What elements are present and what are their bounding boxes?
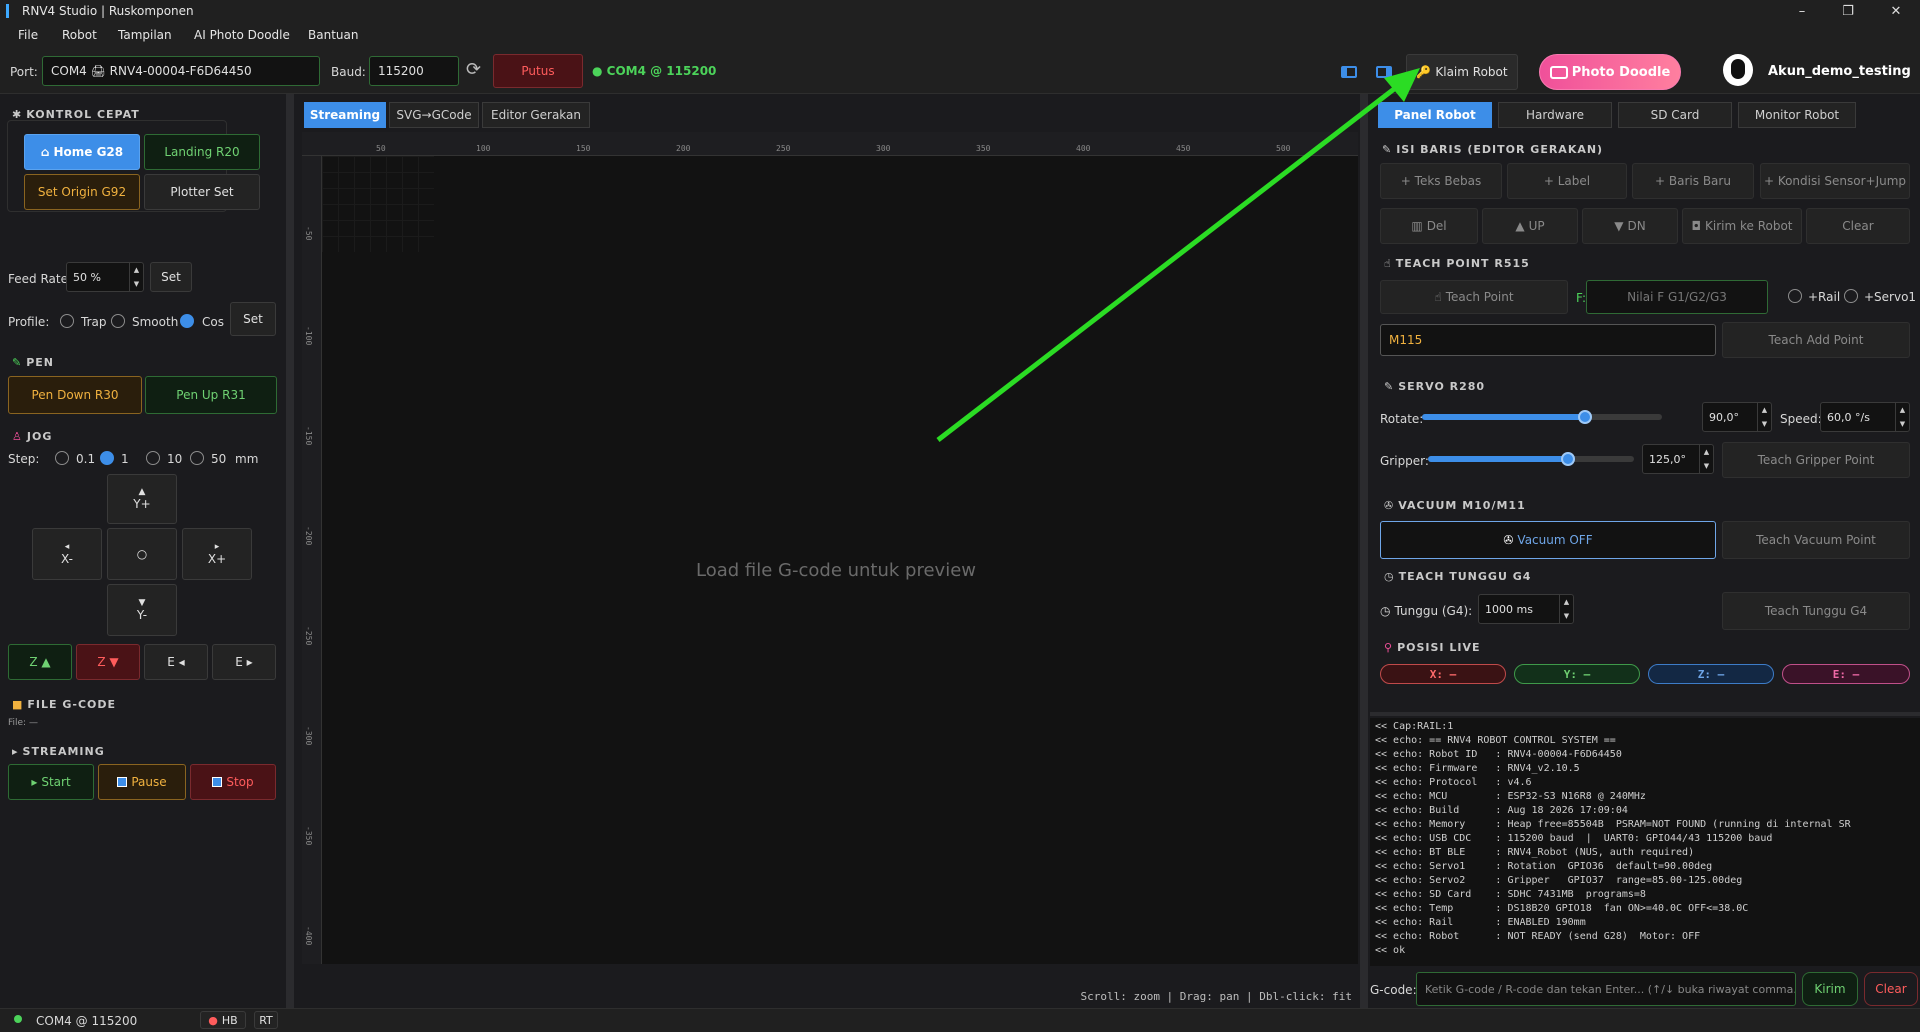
annotation-arrow-line [936,84,1400,442]
annotation-arrow [936,68,1420,442]
annotation-arrow-head [1384,68,1420,102]
